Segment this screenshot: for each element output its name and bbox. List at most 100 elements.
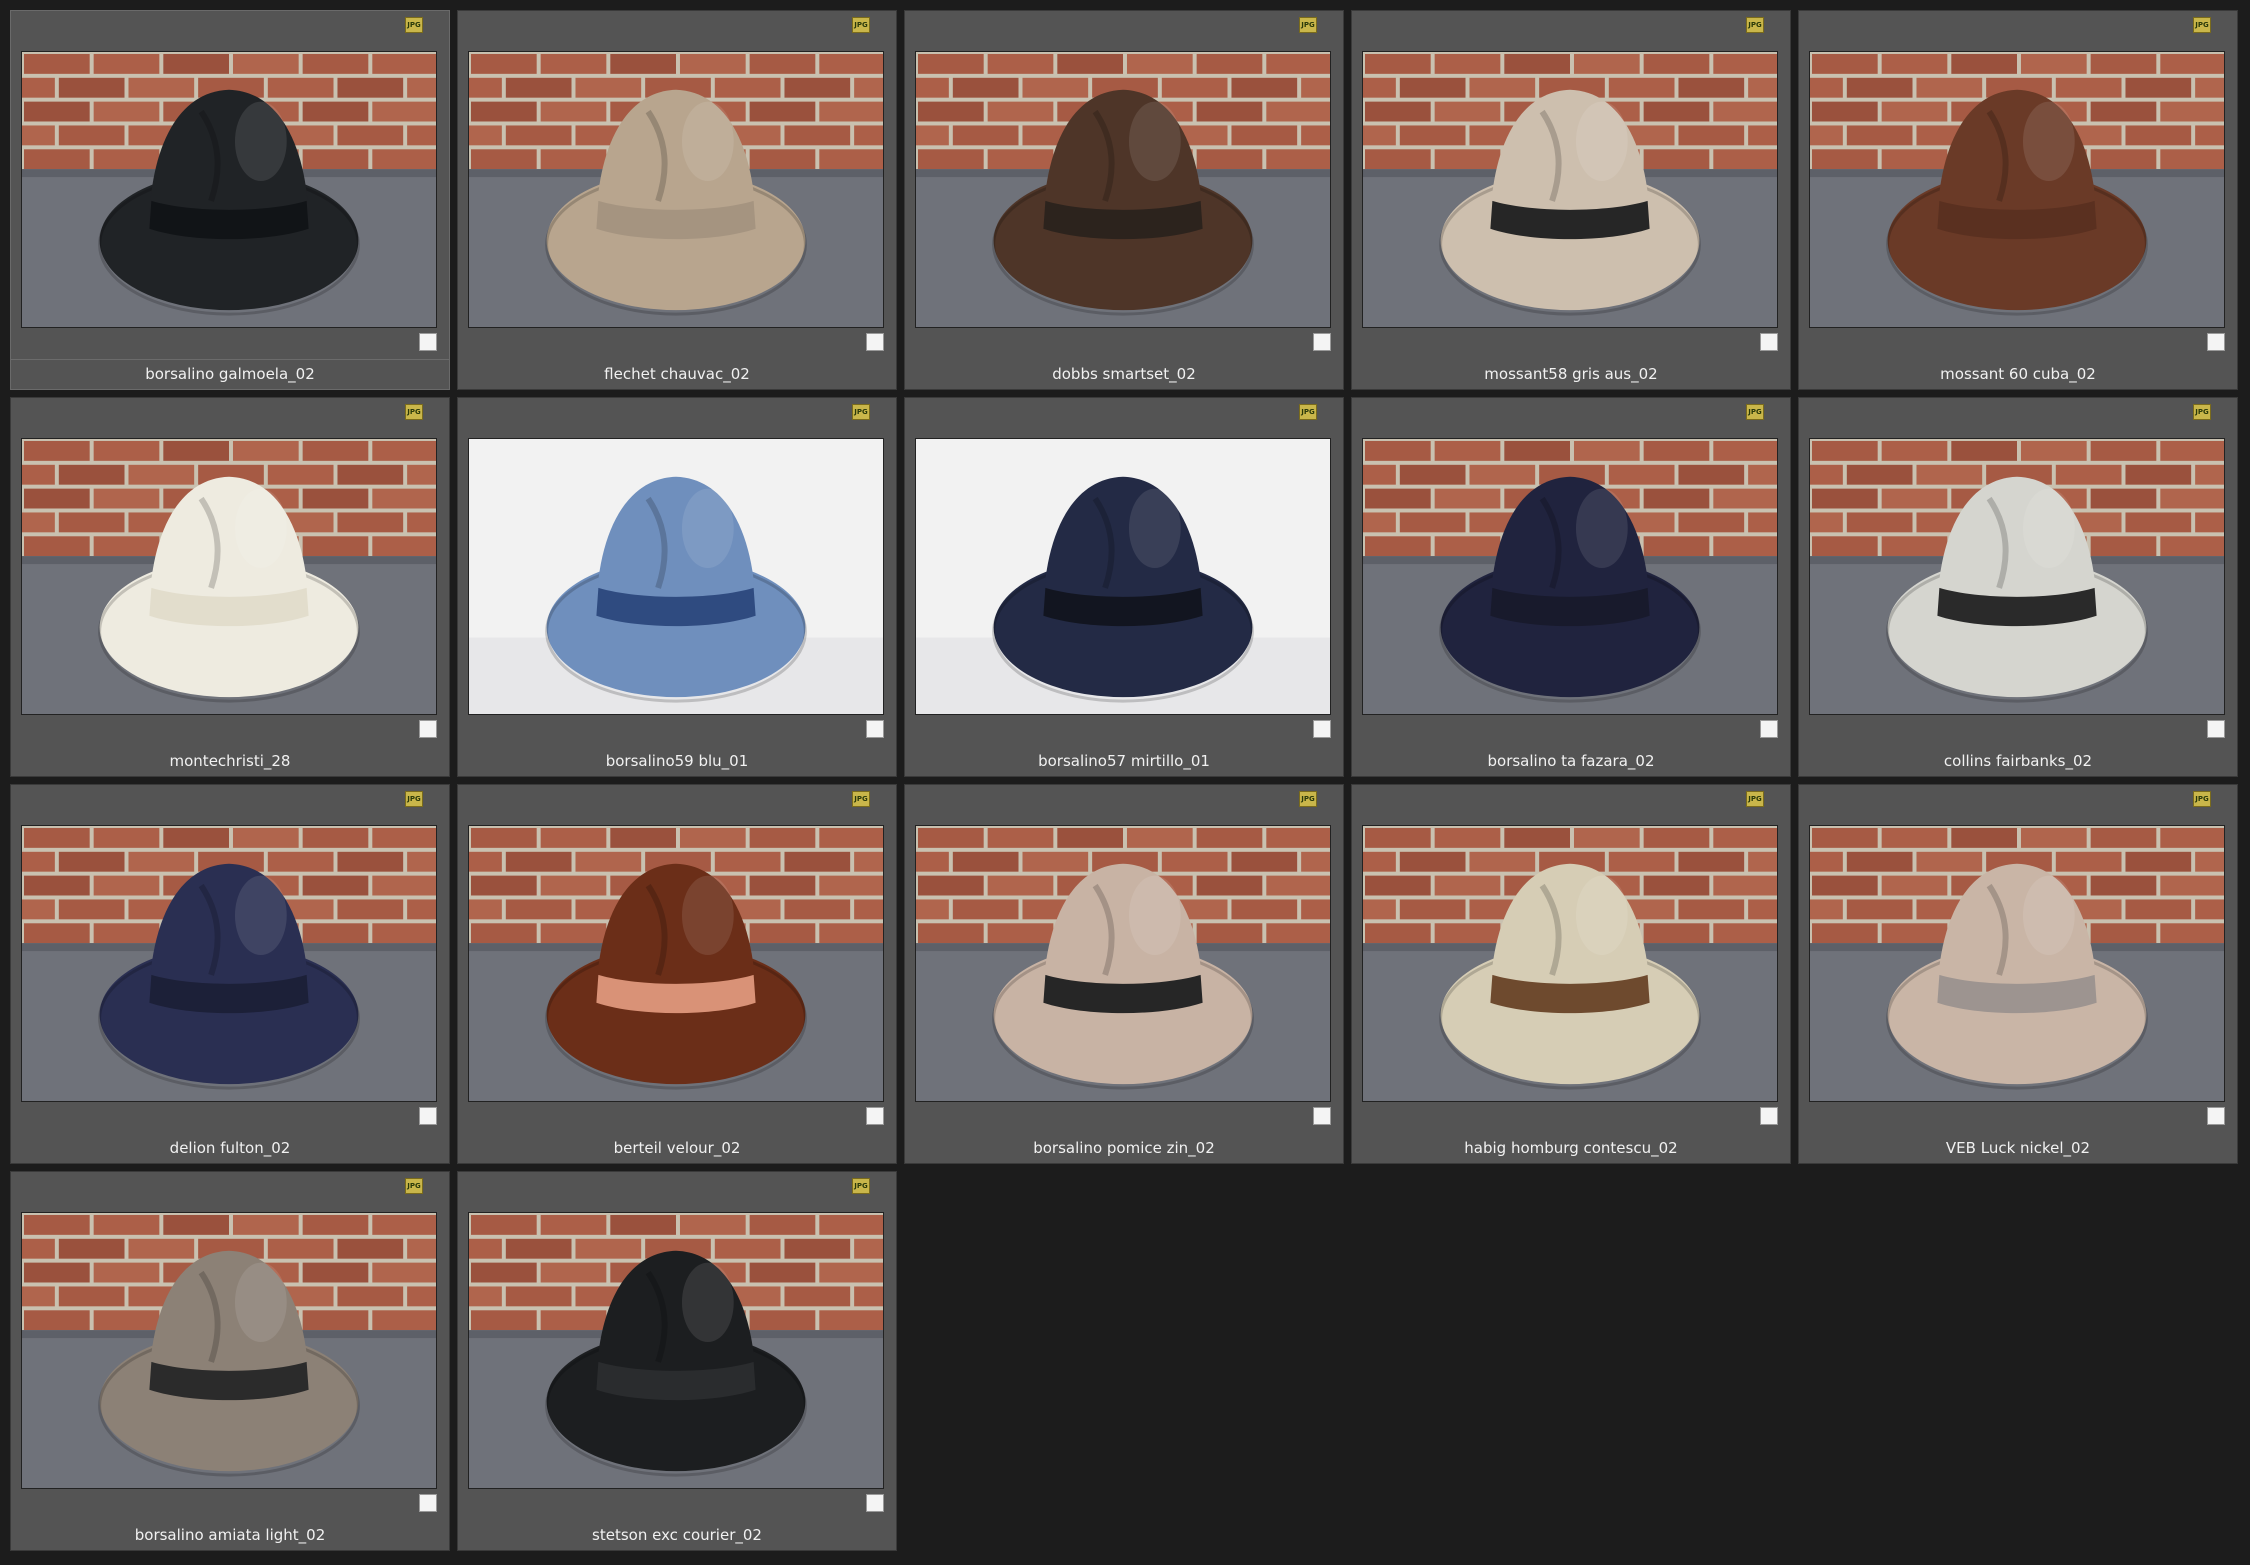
thumbnail-tile[interactable]: JPG berteil velour_02 — [457, 784, 897, 1164]
hat-photo — [22, 52, 436, 327]
thumbnail-image[interactable] — [915, 438, 1331, 715]
thumbnail-image[interactable] — [468, 1212, 884, 1489]
thumbnail-image[interactable] — [21, 51, 437, 328]
jpg-file-icon: JPG — [852, 17, 870, 33]
thumbnail-tile[interactable]: JPG borsalino pomice zin_02 — [904, 784, 1344, 1164]
file-name-label: borsalino59 blu_01 — [605, 752, 749, 770]
hat-photo — [469, 1213, 883, 1488]
select-checkbox[interactable] — [419, 333, 437, 351]
thumbnail-tile[interactable]: JPG dobbs smartset_02 — [904, 10, 1344, 390]
hat-photo — [1363, 439, 1777, 714]
select-checkbox[interactable] — [1313, 1107, 1331, 1125]
jpg-file-icon: JPG — [1746, 17, 1764, 33]
select-checkbox[interactable] — [1313, 720, 1331, 738]
thumbnail-image[interactable] — [468, 438, 884, 715]
hat-photo — [469, 439, 883, 714]
thumbnail-image[interactable] — [915, 825, 1331, 1102]
jpg-file-icon: JPG — [2193, 17, 2211, 33]
hat-photo — [916, 826, 1330, 1101]
select-checkbox[interactable] — [866, 1494, 884, 1512]
file-name-label: habig homburg contescu_02 — [1464, 1139, 1678, 1157]
thumbnail-tile[interactable]: JPG mossant58 gris aus_02 — [1351, 10, 1791, 390]
hat-photo — [1810, 826, 2224, 1101]
thumbnail-image[interactable] — [1809, 438, 2225, 715]
thumbnail-image[interactable] — [1362, 438, 1778, 715]
file-name-label: flechet chauvac_02 — [604, 365, 750, 383]
select-checkbox[interactable] — [866, 333, 884, 351]
thumbnail-grid: JPG borsalino galmoela_02 JPG flechet chauv… — [10, 10, 2240, 1560]
select-checkbox[interactable] — [866, 720, 884, 738]
thumbnail-image[interactable] — [1809, 51, 2225, 328]
thumbnail-image[interactable] — [21, 1212, 437, 1489]
thumbnail-tile[interactable]: JPG borsalino galmoela_02 — [10, 10, 450, 390]
select-checkbox[interactable] — [1313, 333, 1331, 351]
select-checkbox[interactable] — [419, 1107, 437, 1125]
thumbnail-image[interactable] — [468, 51, 884, 328]
jpg-file-icon: JPG — [405, 1178, 423, 1194]
hat-photo — [22, 1213, 436, 1488]
thumbnail-image[interactable] — [915, 51, 1331, 328]
file-name-label: VEB Luck nickel_02 — [1945, 1139, 2091, 1157]
select-checkbox[interactable] — [2207, 720, 2225, 738]
jpg-file-icon: JPG — [1299, 17, 1317, 33]
file-name-label: delion fulton_02 — [169, 1139, 291, 1157]
select-checkbox[interactable] — [1760, 720, 1778, 738]
hat-photo — [469, 52, 883, 327]
select-checkbox[interactable] — [2207, 333, 2225, 351]
jpg-file-icon: JPG — [852, 1178, 870, 1194]
file-name-label: borsalino amiata light_02 — [134, 1526, 326, 1544]
thumbnail-tile[interactable]: JPG delion fulton_02 — [10, 784, 450, 1164]
thumbnail-image[interactable] — [1362, 51, 1778, 328]
thumbnail-image[interactable] — [21, 825, 437, 1102]
jpg-file-icon: JPG — [405, 791, 423, 807]
hat-photo — [916, 52, 1330, 327]
file-name-label: borsalino ta fazara_02 — [1487, 752, 1655, 770]
select-checkbox[interactable] — [1760, 1107, 1778, 1125]
hat-photo — [22, 439, 436, 714]
file-name-label: borsalino57 mirtillo_01 — [1038, 752, 1210, 770]
file-name-label: dobbs smartset_02 — [1052, 365, 1196, 383]
thumbnail-tile[interactable]: JPG mossant 60 cuba_02 — [1798, 10, 2238, 390]
file-name-label: montechristi_28 — [169, 752, 291, 770]
thumbnail-image[interactable] — [1809, 825, 2225, 1102]
select-checkbox[interactable] — [1760, 333, 1778, 351]
hat-photo — [469, 826, 883, 1101]
thumbnail-image[interactable] — [21, 438, 437, 715]
jpg-file-icon: JPG — [2193, 791, 2211, 807]
jpg-file-icon: JPG — [1746, 404, 1764, 420]
thumbnail-image[interactable] — [1362, 825, 1778, 1102]
thumbnail-tile[interactable]: JPG habig homburg contescu_02 — [1351, 784, 1791, 1164]
select-checkbox[interactable] — [2207, 1107, 2225, 1125]
hat-photo — [22, 826, 436, 1101]
thumbnail-tile[interactable]: JPG flechet chauvac_02 — [457, 10, 897, 390]
hat-photo — [916, 439, 1330, 714]
jpg-file-icon: JPG — [852, 404, 870, 420]
thumbnail-tile[interactable]: JPG borsalino amiata light_02 — [10, 1171, 450, 1551]
select-checkbox[interactable] — [419, 720, 437, 738]
file-name-label: collins fairbanks_02 — [1943, 752, 2093, 770]
thumbnail-tile[interactable]: JPG montechristi_28 — [10, 397, 450, 777]
file-name-label: borsalino pomice zin_02 — [1033, 1139, 1215, 1157]
thumbnail-tile[interactable]: JPG VEB Luck nickel_02 — [1798, 784, 2238, 1164]
thumbnail-tile[interactable]: JPG collins fairbanks_02 — [1798, 397, 2238, 777]
selection-divider — [11, 359, 449, 360]
thumbnail-image[interactable] — [468, 825, 884, 1102]
thumbnail-tile[interactable]: JPG borsalino ta fazara_02 — [1351, 397, 1791, 777]
hat-photo — [1810, 439, 2224, 714]
file-name-label: mossant 60 cuba_02 — [1940, 365, 2096, 383]
hat-photo — [1810, 52, 2224, 327]
thumbnail-tile[interactable]: JPG borsalino59 blu_01 — [457, 397, 897, 777]
jpg-file-icon: JPG — [405, 17, 423, 33]
thumbnail-tile[interactable]: JPG stetson exc courier_02 — [457, 1171, 897, 1551]
jpg-file-icon: JPG — [1746, 791, 1764, 807]
jpg-file-icon: JPG — [1299, 404, 1317, 420]
thumbnail-tile[interactable]: JPG borsalino57 mirtillo_01 — [904, 397, 1344, 777]
jpg-file-icon: JPG — [1299, 791, 1317, 807]
hat-photo — [1363, 52, 1777, 327]
select-checkbox[interactable] — [419, 1494, 437, 1512]
file-name-label: mossant58 gris aus_02 — [1484, 365, 1658, 383]
jpg-file-icon: JPG — [2193, 404, 2211, 420]
file-name-label: borsalino galmoela_02 — [145, 365, 315, 383]
select-checkbox[interactable] — [866, 1107, 884, 1125]
jpg-file-icon: JPG — [852, 791, 870, 807]
